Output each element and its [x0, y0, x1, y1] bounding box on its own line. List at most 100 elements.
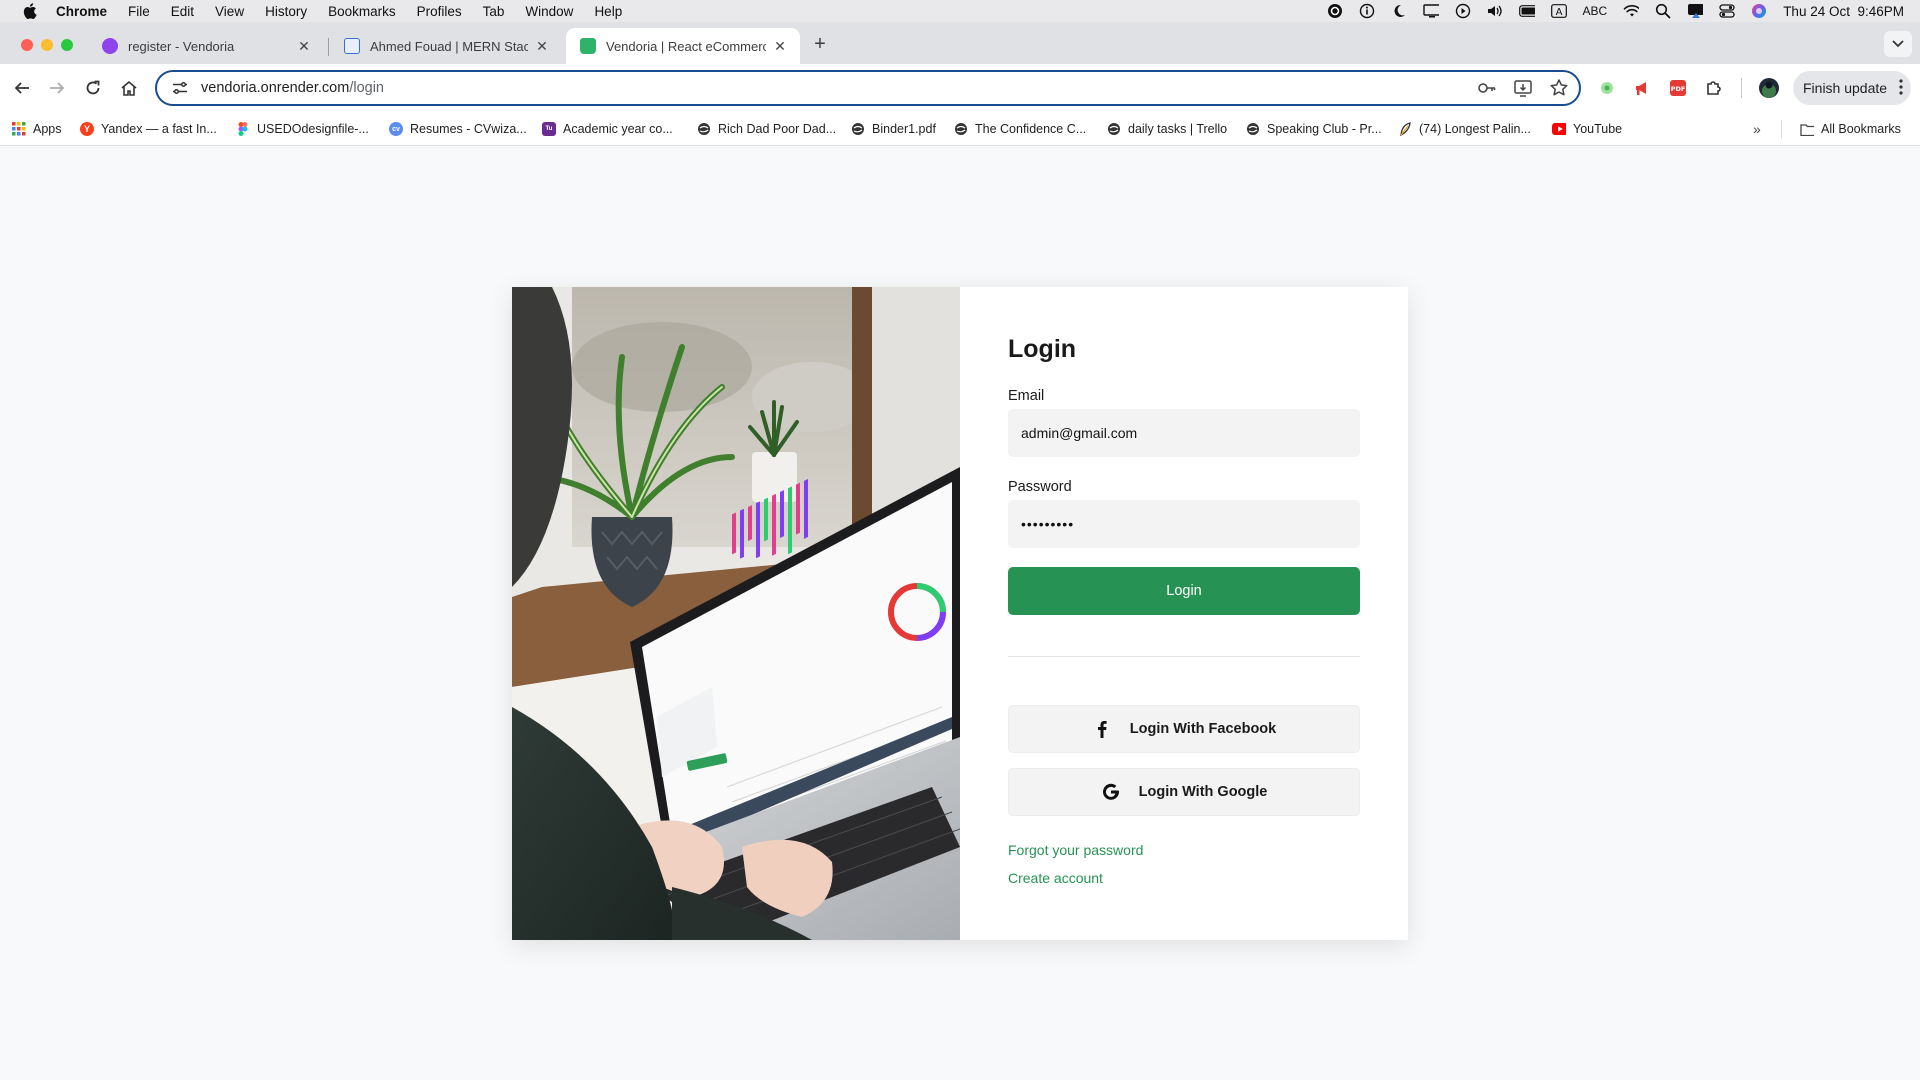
password-field[interactable]: [1008, 500, 1360, 548]
menu-profiles[interactable]: Profiles: [417, 4, 462, 19]
reload-icon[interactable]: [81, 76, 105, 100]
bookmark-label: Rich Dad Poor Dad...: [718, 122, 837, 136]
email-label: Email: [1008, 388, 1045, 404]
input-source-label[interactable]: ABC: [1583, 4, 1608, 18]
apple-icon[interactable]: [22, 3, 38, 19]
tab-close-icon[interactable]: ✕: [534, 38, 550, 54]
clock-datetime[interactable]: Thu 24 Oct 9:46PM: [1783, 4, 1904, 19]
bookmark-confidence[interactable]: The Confidence C...: [954, 120, 1086, 138]
window-zoom-button[interactable]: [61, 39, 73, 51]
new-tab-plus-icon[interactable]: +: [810, 33, 830, 55]
extension-pdf-icon[interactable]: PDF: [1666, 76, 1690, 100]
site-info-tune-icon[interactable]: [169, 77, 191, 99]
menubar-status-area: A ABC Thu 24 Oct 9:46PM: [1327, 0, 1904, 22]
extensions-puzzle-icon[interactable]: [1702, 76, 1726, 100]
menu-tab[interactable]: Tab: [483, 4, 505, 19]
moon-icon[interactable]: [1391, 4, 1407, 18]
menu-bookmarks[interactable]: Bookmarks: [328, 4, 396, 19]
menu-edit[interactable]: Edit: [171, 4, 194, 19]
tab-close-icon[interactable]: ✕: [296, 38, 312, 54]
bookmark-star-icon[interactable]: [1549, 78, 1569, 102]
login-with-google-button[interactable]: Login With Google: [1008, 768, 1360, 816]
bookmark-rich-dad[interactable]: Rich Dad Poor Dad...: [697, 120, 836, 138]
vendoria-favicon-icon: [102, 38, 118, 54]
bookmark-label: Yandex — a fast In...: [101, 122, 217, 136]
bookmark-label: YouTube: [1573, 122, 1623, 136]
bookmark-speaking-club[interactable]: Speaking Club - Pr...: [1246, 120, 1382, 138]
facebook-icon: [1092, 719, 1112, 739]
tab-title: Vendoria | React eCommerce: [606, 38, 766, 54]
spotlight-search-icon[interactable]: [1655, 3, 1671, 19]
tab-title: Ahmed Fouad | MERN Stack D: [370, 38, 528, 54]
back-arrow-icon[interactable]: [10, 76, 34, 100]
macos-menubar: Chrome File Edit View History Bookmarks …: [0, 0, 1920, 22]
tab-register[interactable]: register - Vendoria ✕: [88, 28, 324, 64]
bookmark-youtube[interactable]: YouTube: [1552, 120, 1622, 138]
input-source-a-icon[interactable]: A: [1550, 4, 1567, 18]
menu-view[interactable]: View: [215, 4, 244, 19]
info-circle-icon[interactable]: [1359, 3, 1375, 19]
control-center-icon[interactable]: [1719, 4, 1735, 18]
play-circle-icon[interactable]: [1455, 3, 1471, 19]
create-account-link[interactable]: Create account: [1008, 870, 1103, 886]
bookmark-figma[interactable]: USEDOdesignfile-...: [236, 120, 369, 138]
login-with-facebook-button[interactable]: Login With Facebook: [1008, 705, 1360, 753]
bookmark-apps[interactable]: Apps: [12, 120, 62, 138]
display-icon[interactable]: [1422, 4, 1439, 18]
login-form: Login Email Password Login Login With Fa…: [960, 287, 1408, 940]
forward-arrow-icon[interactable]: [45, 76, 69, 100]
page-viewport: Login Email Password Login Login With Fa…: [0, 146, 1920, 1080]
tab-close-icon[interactable]: ✕: [772, 38, 788, 54]
tab-ahmed-fouad[interactable]: Ahmed Fouad | MERN Stack D ✕: [330, 28, 562, 64]
google-button-label: Login With Google: [1138, 784, 1268, 800]
extension-green-icon[interactable]: [1595, 76, 1619, 100]
url-path: /login: [349, 80, 384, 96]
bookmark-trello[interactable]: daily tasks | Trello: [1107, 120, 1227, 138]
folder-icon: [1800, 122, 1814, 136]
address-bar[interactable]: vendoria.onrender.com/login: [155, 70, 1581, 106]
grammarly-icon[interactable]: [1327, 4, 1343, 18]
bookmark-label: The Confidence C...: [975, 122, 1087, 136]
apps-grid-icon: [12, 122, 26, 136]
email-field[interactable]: [1008, 409, 1360, 457]
all-bookmarks-folder[interactable]: All Bookmarks: [1800, 120, 1901, 138]
menu-history[interactable]: History: [265, 4, 307, 19]
screen-mirroring-icon[interactable]: [1687, 4, 1704, 18]
home-icon[interactable]: [117, 76, 141, 100]
window-minimize-button[interactable]: [41, 39, 53, 51]
shopping-bag-favicon-icon: [580, 38, 596, 54]
window-close-button[interactable]: [21, 39, 33, 51]
wifi-icon[interactable]: [1623, 4, 1640, 18]
form-divider: [1008, 656, 1360, 657]
login-card: Login Email Password Login Login With Fa…: [512, 287, 1408, 940]
login-button[interactable]: Login: [1008, 567, 1360, 615]
bookmark-cvwizard[interactable]: cv Resumes - CVwiza...: [389, 120, 527, 138]
profile-avatar[interactable]: [1757, 76, 1781, 100]
install-app-icon[interactable]: [1513, 78, 1533, 102]
menu-file[interactable]: File: [128, 4, 150, 19]
extension-megaphone-icon[interactable]: [1631, 76, 1655, 100]
bookmark-yandex[interactable]: Y Yandex — a fast In...: [80, 120, 217, 138]
menu-window[interactable]: Window: [525, 4, 573, 19]
siri-icon[interactable]: [1751, 4, 1767, 18]
volume-icon[interactable]: [1487, 4, 1503, 18]
menu-app-name[interactable]: Chrome: [56, 4, 107, 19]
menu-help[interactable]: Help: [594, 4, 622, 19]
bookmark-binder[interactable]: Binder1.pdf: [851, 120, 936, 138]
bookmark-longest-palindrome[interactable]: (74) Longest Palin...: [1398, 120, 1531, 138]
forgot-password-link[interactable]: Forgot your password: [1008, 842, 1143, 858]
tab-search-chevron-icon[interactable]: [1884, 31, 1912, 57]
browser-toolbar: vendoria.onrender.com/login PDF Finish u…: [0, 64, 1920, 112]
kebab-menu-icon[interactable]: [1899, 78, 1903, 99]
finish-update-button[interactable]: Finish update: [1793, 71, 1911, 105]
svg-text:A: A: [1555, 7, 1562, 18]
tab-vendoria-login[interactable]: Vendoria | React eCommerce ✕: [566, 28, 800, 64]
battery-icon[interactable]: [1518, 4, 1535, 18]
bookmark-academic[interactable]: Tu Academic year co...: [542, 120, 673, 138]
bookmarks-overflow-chevron-icon[interactable]: »: [1753, 121, 1761, 137]
google-icon: [1101, 782, 1121, 802]
bookmarks-bar: Apps Y Yandex — a fast In... USEDOdesign…: [0, 112, 1920, 146]
password-key-icon[interactable]: [1477, 78, 1497, 102]
figma-icon: [236, 122, 250, 136]
tab-separator: [328, 38, 329, 56]
